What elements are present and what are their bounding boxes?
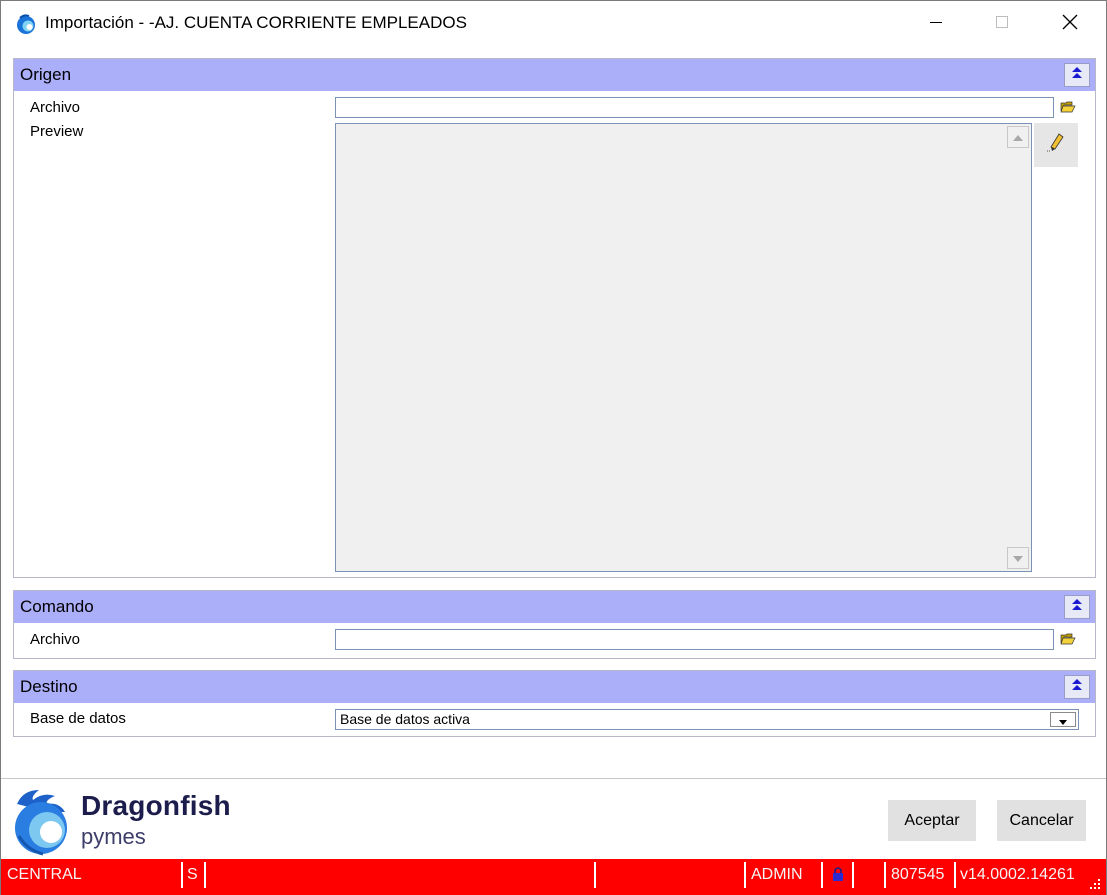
base-datos-select[interactable]: Base de datos activa xyxy=(335,709,1079,730)
minimize-icon xyxy=(929,15,943,34)
collapse-up-icon xyxy=(1070,66,1084,85)
title-bar: Importación - -AJ. CUENTA CORRIENTE EMPL… xyxy=(1,1,1106,47)
status-user: ADMIN xyxy=(751,866,803,883)
status-version: v14.0002.14261 xyxy=(960,866,1075,883)
footer-separator xyxy=(1,778,1106,779)
status-separator xyxy=(594,862,596,888)
status-separator xyxy=(954,862,956,888)
preview-scroll-down[interactable] xyxy=(1007,547,1029,569)
pencil-icon xyxy=(1045,132,1067,159)
preview-textarea[interactable] xyxy=(335,123,1032,572)
resize-grip-icon[interactable] xyxy=(1082,877,1102,891)
close-button[interactable] xyxy=(1047,1,1093,47)
window-title: Importación - -AJ. CUENTA CORRIENTE EMPL… xyxy=(45,13,467,32)
preview-label: Preview xyxy=(30,123,84,140)
dragonfish-logo-icon xyxy=(9,786,73,861)
destino-collapse-button[interactable] xyxy=(1064,675,1090,699)
origen-archivo-input[interactable] xyxy=(335,97,1054,118)
comando-archivo-label: Archivo xyxy=(30,631,81,648)
origen-archivo-label: Archivo xyxy=(30,99,81,116)
import-dialog: Importación - -AJ. CUENTA CORRIENTE EMPL… xyxy=(0,0,1107,895)
edit-preview-button[interactable] xyxy=(1034,123,1078,167)
status-separator xyxy=(884,862,886,888)
comando-section: Comando Archivo xyxy=(13,590,1096,659)
base-datos-value: Base de datos activa xyxy=(340,711,470,727)
comando-title: Comando xyxy=(20,597,94,616)
brand-subtitle: pymes xyxy=(81,824,146,849)
destino-title: Destino xyxy=(20,677,78,696)
destino-section: Destino Base de datos Base de datos acti… xyxy=(13,670,1096,737)
maximize-icon xyxy=(995,15,1009,34)
base-datos-label: Base de datos xyxy=(30,710,126,727)
close-icon xyxy=(1062,14,1078,35)
cancel-button[interactable]: Cancelar xyxy=(997,800,1086,841)
brand-name: Dragonfish xyxy=(81,790,231,821)
status-separator xyxy=(852,862,854,888)
preview-scroll-up[interactable] xyxy=(1007,126,1029,148)
folder-open-icon xyxy=(1060,631,1076,650)
origen-section: Origen Archivo Preview xyxy=(13,58,1096,578)
chevron-down-icon xyxy=(1059,712,1067,728)
status-separator xyxy=(181,862,183,888)
base-datos-dropdown-button[interactable] xyxy=(1050,712,1076,727)
status-separator xyxy=(821,862,823,888)
origen-header: Origen xyxy=(14,59,1095,91)
origen-collapse-button[interactable] xyxy=(1064,63,1090,87)
lock-icon xyxy=(831,865,845,891)
folder-open-icon xyxy=(1060,99,1076,118)
minimize-button[interactable] xyxy=(913,1,959,47)
status-bar: CENTRAL S ADMIN 807545 v14.0002.14261 xyxy=(1,859,1106,895)
comando-archivo-input[interactable] xyxy=(335,629,1054,650)
accept-button[interactable]: Aceptar xyxy=(888,800,976,841)
status-separator xyxy=(204,862,206,888)
comando-collapse-button[interactable] xyxy=(1064,595,1090,619)
destino-header: Destino xyxy=(14,671,1095,703)
origen-title: Origen xyxy=(20,65,72,84)
comando-browse-button[interactable] xyxy=(1057,630,1079,650)
status-separator xyxy=(744,862,746,888)
arrow-up-icon xyxy=(1013,128,1023,146)
status-s: S xyxy=(187,866,198,883)
dragonfish-icon xyxy=(15,13,37,35)
maximize-button[interactable] xyxy=(979,1,1025,47)
status-central: CENTRAL xyxy=(7,866,82,883)
origen-browse-button[interactable] xyxy=(1057,98,1079,118)
collapse-up-icon xyxy=(1070,598,1084,617)
dragonfish-logo: Dragonfish pymes xyxy=(9,786,259,856)
comando-header: Comando xyxy=(14,591,1095,623)
collapse-up-icon xyxy=(1070,678,1084,697)
arrow-down-icon xyxy=(1013,549,1023,567)
status-code: 807545 xyxy=(891,866,945,883)
